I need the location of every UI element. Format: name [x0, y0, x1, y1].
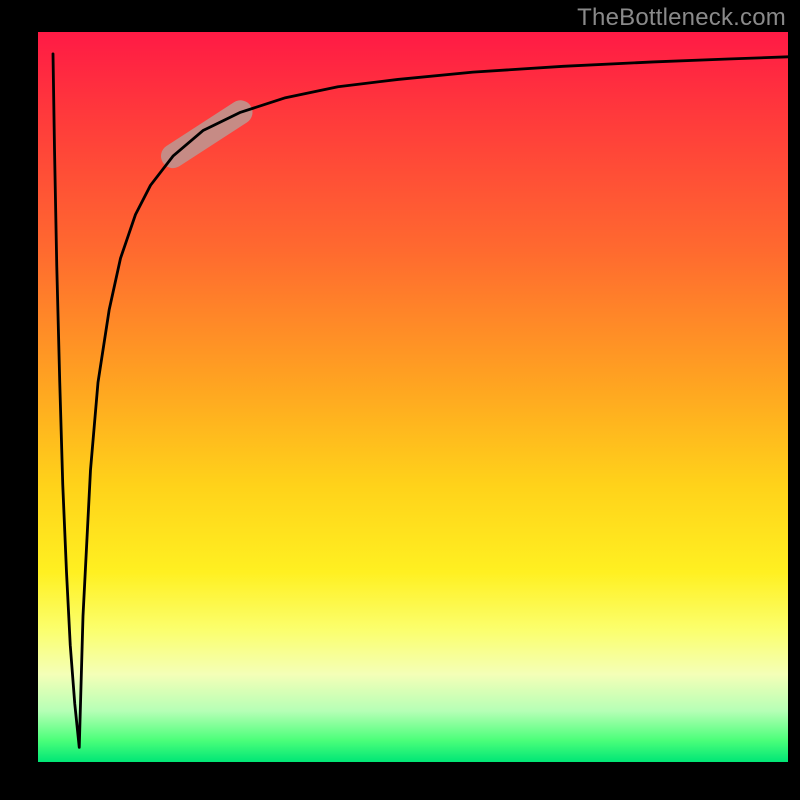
- plot-area: [38, 32, 788, 762]
- frame-right: [788, 0, 800, 800]
- watermark-text: TheBottleneck.com: [577, 4, 786, 32]
- curve-layer: [38, 32, 788, 762]
- frame-bottom: [0, 762, 800, 800]
- highlight-segment: [173, 112, 241, 156]
- chart-stage: TheBottleneck.com: [0, 0, 800, 800]
- frame-left: [0, 0, 38, 800]
